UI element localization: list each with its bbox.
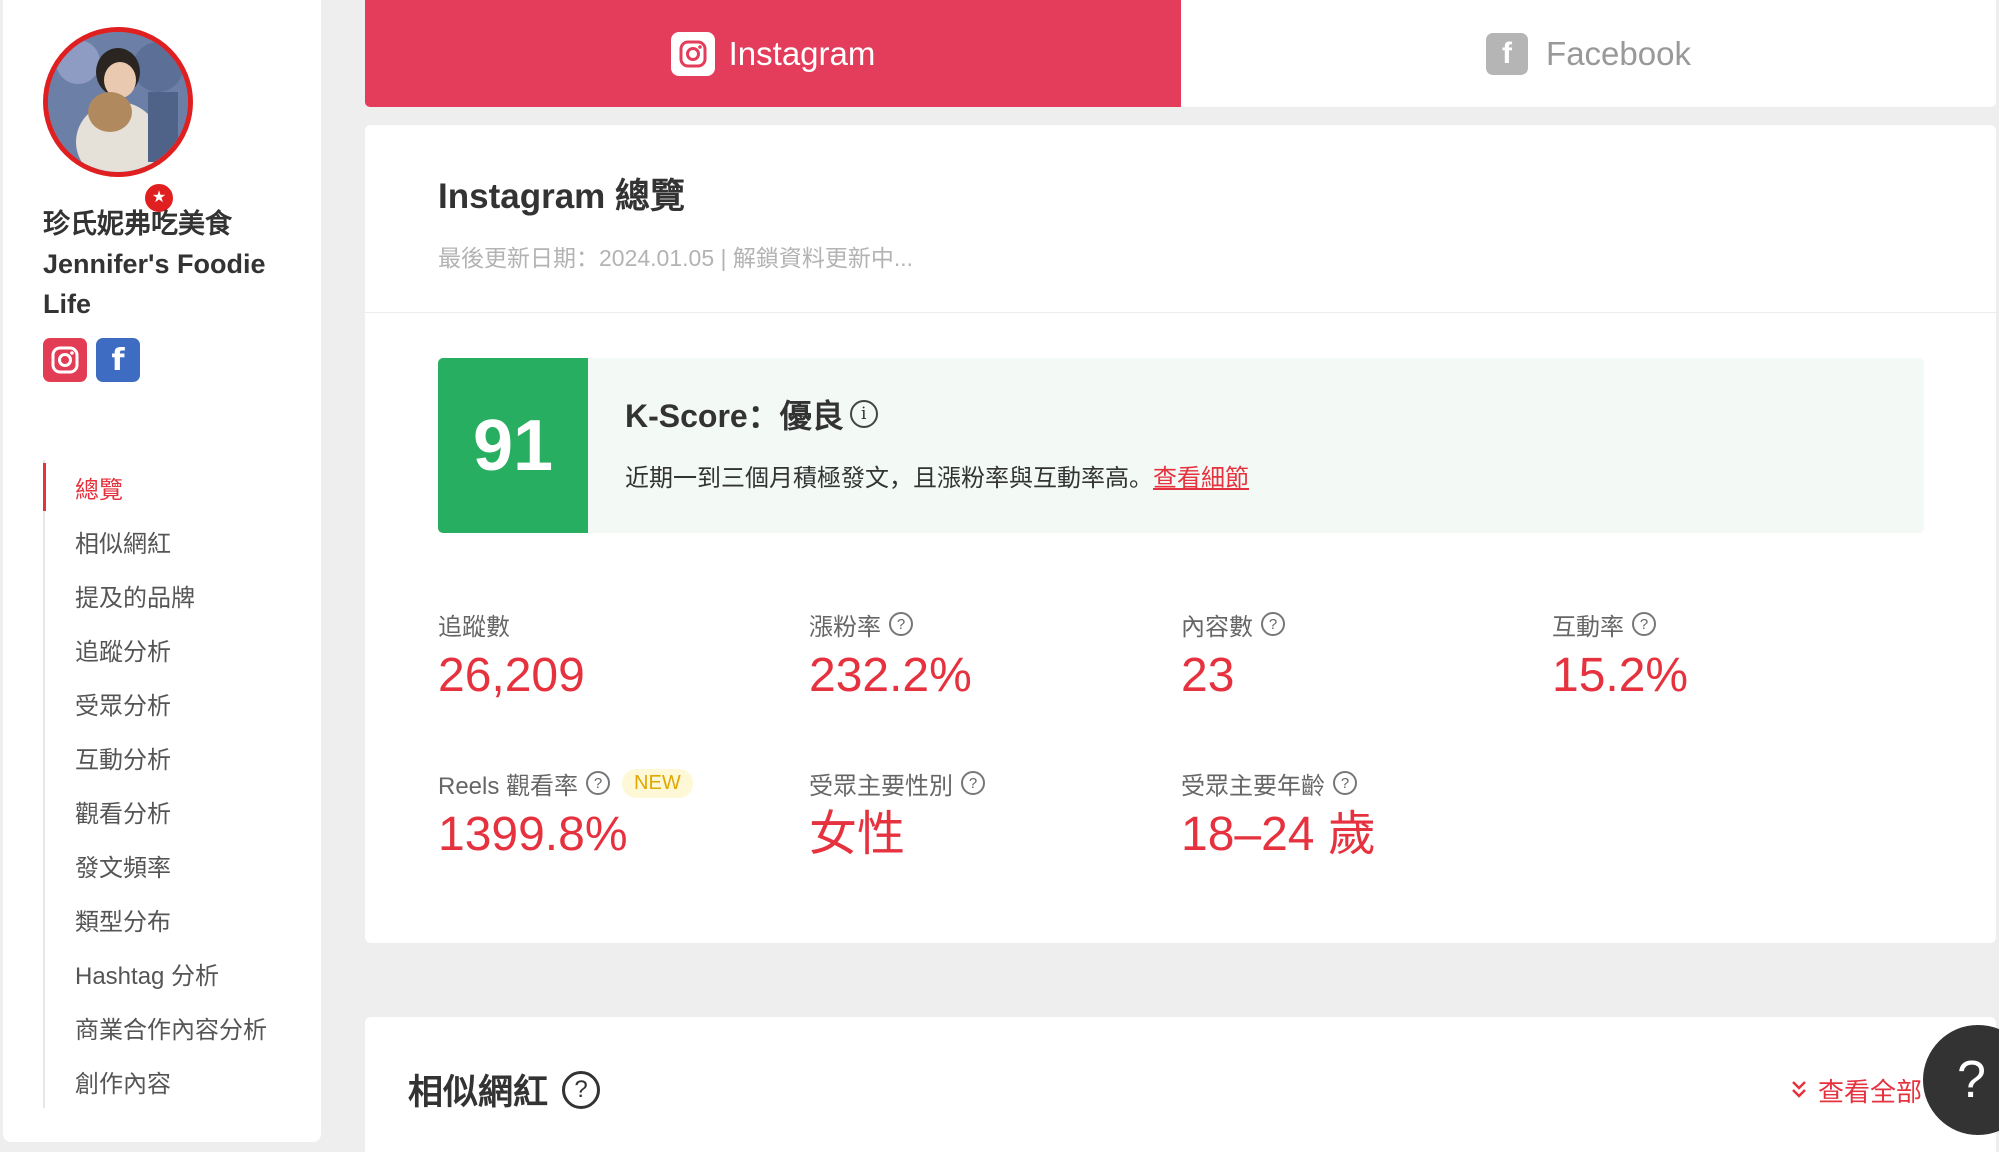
help-circle-icon[interactable]: ? (1632, 612, 1656, 636)
view-all-label: 查看全部 (1818, 1077, 1923, 1107)
metric-value: 23 (1181, 649, 1235, 702)
metric-label: 追蹤數 (438, 613, 510, 641)
help-circle-icon[interactable]: ? (1333, 771, 1357, 795)
section-title-text: 相似網紅 (408, 1073, 549, 1112)
avatar[interactable]: ★ (43, 27, 193, 215)
instagram-icon (670, 31, 715, 76)
metric-label: 受眾主要性別 (809, 772, 953, 800)
facebook-icon: f (1486, 32, 1529, 75)
sidebar-item-overview[interactable]: 總覽 (43, 460, 313, 514)
info-icon[interactable]: i (849, 400, 878, 428)
sidebar-item-sponsored-content[interactable]: 商業合作內容分析 (45, 1000, 313, 1054)
metric-label: 受眾主要年齡 (1181, 772, 1325, 800)
kscore-description: 近期一到三個月積極發文，且漲粉率與互動率高。查看細節 (625, 458, 1249, 493)
chevron-double-down-icon (1790, 1075, 1808, 1106)
similar-influencers-card: 相似網紅 ? 查看全部 (365, 1017, 1996, 1152)
view-all-link[interactable]: 查看全部 (1790, 1072, 1922, 1109)
metric-value: 1399.8% (438, 808, 628, 861)
social-links: f (43, 338, 140, 382)
last-updated: 最後更新日期：2024.01.05 | 解鎖資料更新中... (438, 245, 914, 271)
help-circle-icon[interactable]: ? (889, 612, 913, 636)
sidebar-item-view-analysis[interactable]: 觀看分析 (45, 784, 313, 838)
view-details-link[interactable]: 查看細節 (1153, 465, 1249, 492)
sidebar-item-post-frequency[interactable]: 發文頻率 (45, 838, 313, 892)
profile-name: 珍氏妮弗吃美食 Jennifer's Foodie Life (43, 209, 266, 319)
overview-header: Instagram 總覽 最後更新日期：2024.01.05 | 解鎖資料更新中… (365, 125, 1996, 313)
sidebar-item-audience-analysis[interactable]: 受眾分析 (45, 676, 313, 730)
metric-label: 互動率 (1552, 613, 1624, 641)
help-circle-icon[interactable]: ? (1261, 612, 1285, 636)
sidebar-item-category-distribution[interactable]: 類型分布 (45, 892, 313, 946)
help-circle-icon[interactable]: ? (961, 771, 985, 795)
tab-instagram[interactable]: Instagram (365, 0, 1181, 107)
metric-value: 女性 (809, 808, 906, 861)
kscore-title-text: K-Score：優良 (625, 398, 844, 434)
tab-facebook-label: Facebook (1546, 34, 1691, 72)
facebook-icon[interactable]: f (96, 338, 140, 382)
sidebar-item-mentioned-brands[interactable]: 提及的品牌 (45, 568, 313, 622)
instagram-icon[interactable] (43, 338, 87, 382)
kscore-description-text: 近期一到三個月積極發文，且漲粉率與互動率高。 (625, 465, 1153, 492)
metric-value: 15.2% (1552, 649, 1689, 702)
sidebar: ★ 珍氏妮弗吃美食 Jennifer's Foodie Life f 總覽 相似… (3, 0, 321, 1142)
metric-post-count: 內容數? 23 (1181, 608, 1285, 704)
metric-reels-view-rate: Reels 觀看率? NEW 1399.8% (438, 767, 693, 863)
sidebar-item-engagement-analysis[interactable]: 互動分析 (45, 730, 313, 784)
sidebar-item-hashtag-analysis[interactable]: Hashtag 分析 (45, 946, 313, 1000)
metric-engagement-rate: 互動率? 15.2% (1552, 608, 1688, 704)
overview-card: Instagram 總覽 最後更新日期：2024.01.05 | 解鎖資料更新中… (365, 125, 1996, 943)
metric-label: Reels 觀看率 (438, 772, 579, 800)
page-title: Instagram 總覽 (438, 177, 685, 216)
sidebar-item-similar-influencers[interactable]: 相似網紅 (45, 514, 313, 568)
metric-label: 內容數 (1181, 613, 1253, 641)
metric-value: 232.2% (809, 649, 972, 702)
help-circle-icon[interactable]: ? (562, 1070, 601, 1109)
section-title: 相似網紅 ? (408, 1064, 601, 1115)
tab-facebook[interactable]: f Facebook (1181, 0, 1996, 107)
kscore-panel: 91 K-Score：優良 i 近期一到三個月積極發文，且漲粉率與互動率高。查看… (438, 358, 1924, 533)
sidebar-item-created-content[interactable]: 創作內容 (45, 1054, 313, 1108)
metric-value: 18–24 歲 (1181, 808, 1376, 861)
kscore-value: 91 (438, 358, 588, 533)
metric-value: 26,209 (438, 649, 585, 702)
kscore-title: K-Score：優良 i (625, 391, 878, 437)
sidebar-item-follower-analysis[interactable]: 追蹤分析 (45, 622, 313, 676)
help-circle-icon[interactable]: ? (586, 771, 611, 795)
metric-audience-age: 受眾主要年齡? 18–24 歲 (1181, 767, 1376, 863)
metric-label: 漲粉率 (809, 613, 881, 641)
metric-followers: 追蹤數 26,209 (438, 608, 585, 704)
metric-audience-gender: 受眾主要性別? 女性 (809, 767, 985, 863)
sidebar-nav: 總覽 相似網紅 提及的品牌 追蹤分析 受眾分析 互動分析 觀看分析 發文頻率 類… (43, 460, 313, 1108)
tab-instagram-label: Instagram (728, 34, 876, 72)
new-badge: NEW (622, 768, 693, 798)
metric-growth-rate: 漲粉率? 232.2% (809, 608, 972, 704)
